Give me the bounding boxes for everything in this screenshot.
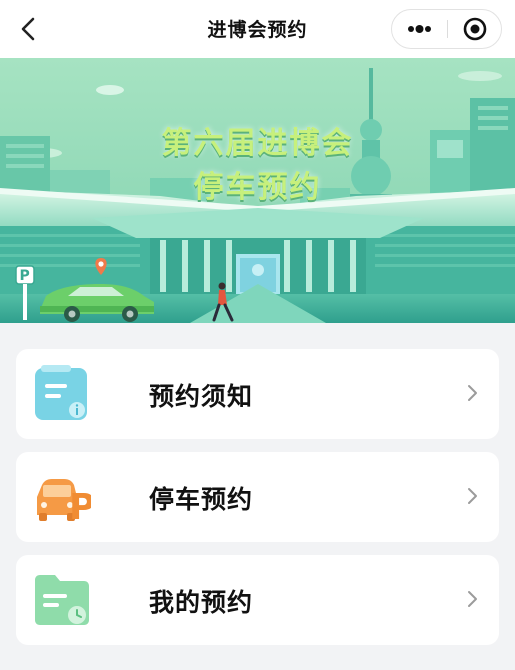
close-button[interactable] [448, 10, 502, 48]
menu-item-label: 我的预约 [149, 588, 254, 617]
more-dots-icon [408, 25, 431, 33]
svg-text:P: P [20, 268, 30, 284]
banner-title-line2: 停车预约 [193, 170, 322, 205]
menu-item-label: 预约须知 [149, 382, 254, 411]
my-booking-folder-icon [35, 575, 89, 625]
expo-banner: P 第六届进博会 停车预约 [0, 58, 515, 323]
menu-item-label: 停车预约 [149, 485, 254, 514]
mini-program-capsule [391, 9, 502, 49]
more-button[interactable] [392, 10, 447, 48]
banner-title-line1: 第六届进博会 [161, 126, 354, 161]
chevron-right-icon [468, 385, 477, 401]
svg-text:P: P [69, 487, 91, 525]
menu-item-booking-notice[interactable]: 预约须知 [16, 349, 499, 439]
chevron-right-icon [468, 591, 477, 607]
menu-item-my-booking[interactable]: 我的预约 [16, 555, 499, 645]
menu-item-parking-booking[interactable]: P 停车预约 [16, 452, 499, 542]
chevron-right-icon [468, 488, 477, 504]
notice-clipboard-icon [35, 365, 87, 420]
parking-car-icon: P [37, 479, 91, 525]
target-close-icon [463, 17, 487, 41]
nav-bar: 进博会预约 [0, 0, 515, 58]
